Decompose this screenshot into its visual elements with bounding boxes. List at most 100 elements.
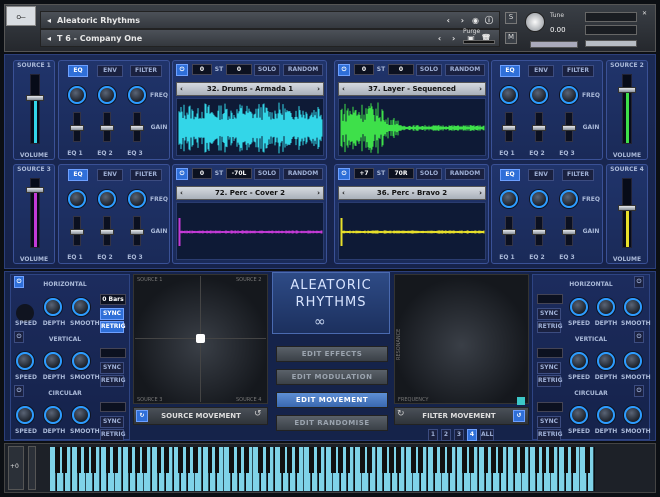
eq2-gain-fader[interactable] xyxy=(532,216,546,246)
xy-pad-handle[interactable] xyxy=(196,334,205,343)
black-key[interactable] xyxy=(185,447,191,473)
black-key[interactable] xyxy=(396,447,402,473)
filter-pad-handle[interactable] xyxy=(517,397,525,405)
pan-value[interactable]: 0 xyxy=(226,64,252,75)
pan-value[interactable]: -70L xyxy=(226,168,252,179)
retrig-button[interactable]: RETRIG xyxy=(100,375,126,387)
solo-button[interactable]: SOLO xyxy=(416,64,442,76)
piano-keyboard[interactable] xyxy=(50,447,595,491)
eq2-gain-fader[interactable] xyxy=(100,112,114,142)
filter-tab[interactable]: FILTER xyxy=(130,65,162,77)
next-icon[interactable]: › xyxy=(479,187,482,199)
eq1-freq-knob[interactable] xyxy=(68,86,86,104)
env-tab[interactable]: ENV xyxy=(97,65,123,77)
page-all-button[interactable]: ALL xyxy=(480,429,494,441)
depth-knob[interactable] xyxy=(44,352,62,370)
rate-display[interactable]: 0 Bars xyxy=(100,294,126,305)
eq-tab[interactable]: EQ xyxy=(68,169,88,181)
tune-value[interactable]: 0 xyxy=(192,168,212,179)
black-key[interactable] xyxy=(163,447,169,473)
random-button[interactable]: RANDOM xyxy=(283,168,323,180)
refresh-icon[interactable]: ↺ xyxy=(513,410,525,422)
black-key[interactable] xyxy=(265,447,271,473)
kontakt-logo[interactable]: ⟜ xyxy=(6,6,36,26)
prev-next-icon[interactable]: ‹ › xyxy=(438,34,459,43)
depth-knob[interactable] xyxy=(597,352,615,370)
black-key[interactable] xyxy=(563,447,569,473)
eq2-freq-knob[interactable] xyxy=(530,190,548,208)
black-key[interactable] xyxy=(62,447,67,473)
filter-tab[interactable]: FILTER xyxy=(562,169,594,181)
sync-button[interactable]: SYNC xyxy=(537,308,561,320)
camera-icon[interactable]: ◉ xyxy=(472,16,479,25)
rate-display[interactable] xyxy=(100,348,126,358)
black-key[interactable] xyxy=(345,447,351,473)
sample-selector[interactable]: ‹ 36. Perc - Bravo 2 › xyxy=(338,186,486,200)
eq1-gain-fader[interactable] xyxy=(502,216,516,246)
black-key[interactable] xyxy=(91,447,96,473)
black-key[interactable] xyxy=(534,447,540,473)
black-key[interactable] xyxy=(483,447,489,473)
black-key[interactable] xyxy=(309,447,314,473)
eq1-gain-fader[interactable] xyxy=(70,216,84,246)
retrig-button[interactable]: RETRIG xyxy=(100,429,126,441)
eq-tab[interactable]: EQ xyxy=(500,169,520,181)
next-icon[interactable]: › xyxy=(317,83,320,95)
black-key[interactable] xyxy=(229,447,234,473)
black-key[interactable] xyxy=(432,447,438,473)
edit-movement-button[interactable]: EDIT MOVEMENT xyxy=(276,392,388,408)
eq1-freq-knob[interactable] xyxy=(500,190,518,208)
black-key[interactable] xyxy=(207,447,213,473)
volume-fader[interactable] xyxy=(618,74,636,144)
volume-fader[interactable] xyxy=(618,178,636,248)
black-key[interactable] xyxy=(411,447,416,473)
prev-icon[interactable]: ‹ xyxy=(342,83,345,95)
solo-button[interactable]: S xyxy=(505,12,517,24)
sample-selector[interactable]: ‹ 72. Perc - Cover 2 › xyxy=(176,186,324,200)
sync-button[interactable]: SYNC xyxy=(100,362,124,374)
tune-value[interactable]: 0 xyxy=(192,64,212,75)
pan-slider[interactable] xyxy=(530,41,578,48)
eq1-freq-knob[interactable] xyxy=(500,86,518,104)
speed-knob[interactable] xyxy=(16,352,34,370)
eq3-freq-knob[interactable] xyxy=(560,86,578,104)
smooth-knob[interactable] xyxy=(72,352,90,370)
page-1-button[interactable]: 1 xyxy=(428,429,438,441)
instrument-name-bar[interactable]: ◂ Aleatoric Rhythms ‹ › ◉ ⓘ xyxy=(40,11,500,29)
sync-button[interactable]: SYNC xyxy=(100,308,124,320)
power-icon[interactable]: ⏻ xyxy=(634,331,644,343)
rate-display[interactable] xyxy=(537,402,563,412)
page-3-button[interactable]: 3 xyxy=(454,429,464,441)
sample-selector[interactable]: ‹ 32. Drums - Armada 1 › xyxy=(176,82,324,96)
black-key[interactable] xyxy=(549,447,554,473)
black-key[interactable] xyxy=(381,447,387,473)
loop-icon[interactable]: ↻ xyxy=(397,409,405,419)
page-2-button[interactable]: 2 xyxy=(441,429,451,441)
power-icon[interactable]: ⏻ xyxy=(634,385,644,397)
black-key[interactable] xyxy=(440,447,445,473)
black-key[interactable] xyxy=(54,447,60,473)
eq-tab[interactable]: EQ xyxy=(500,65,520,77)
black-key[interactable] xyxy=(280,447,285,473)
eq2-freq-knob[interactable] xyxy=(530,86,548,104)
retrig-button[interactable]: RETRIG xyxy=(537,321,563,333)
black-key[interactable] xyxy=(570,447,576,473)
black-key[interactable] xyxy=(498,447,503,473)
volume-fader[interactable] xyxy=(26,74,44,144)
power-icon[interactable]: ⏻ xyxy=(338,168,350,180)
eq1-gain-fader[interactable] xyxy=(70,112,84,142)
black-key[interactable] xyxy=(461,447,467,473)
env-tab[interactable]: ENV xyxy=(97,169,123,181)
tune-value[interactable]: 0 xyxy=(354,64,374,75)
loop-icon[interactable]: ↺ xyxy=(254,409,262,419)
close-icon[interactable]: ✕ xyxy=(642,10,647,17)
next-icon[interactable]: › xyxy=(317,187,320,199)
prev-next-icon[interactable]: ‹ › xyxy=(447,16,468,25)
black-key[interactable] xyxy=(316,447,322,473)
black-key[interactable] xyxy=(214,447,220,473)
random-button[interactable]: RANDOM xyxy=(283,64,323,76)
smooth-knob[interactable] xyxy=(624,352,642,370)
depth-knob[interactable] xyxy=(44,406,62,424)
black-key[interactable] xyxy=(142,447,147,473)
filter-xy-pad[interactable] xyxy=(394,274,529,404)
